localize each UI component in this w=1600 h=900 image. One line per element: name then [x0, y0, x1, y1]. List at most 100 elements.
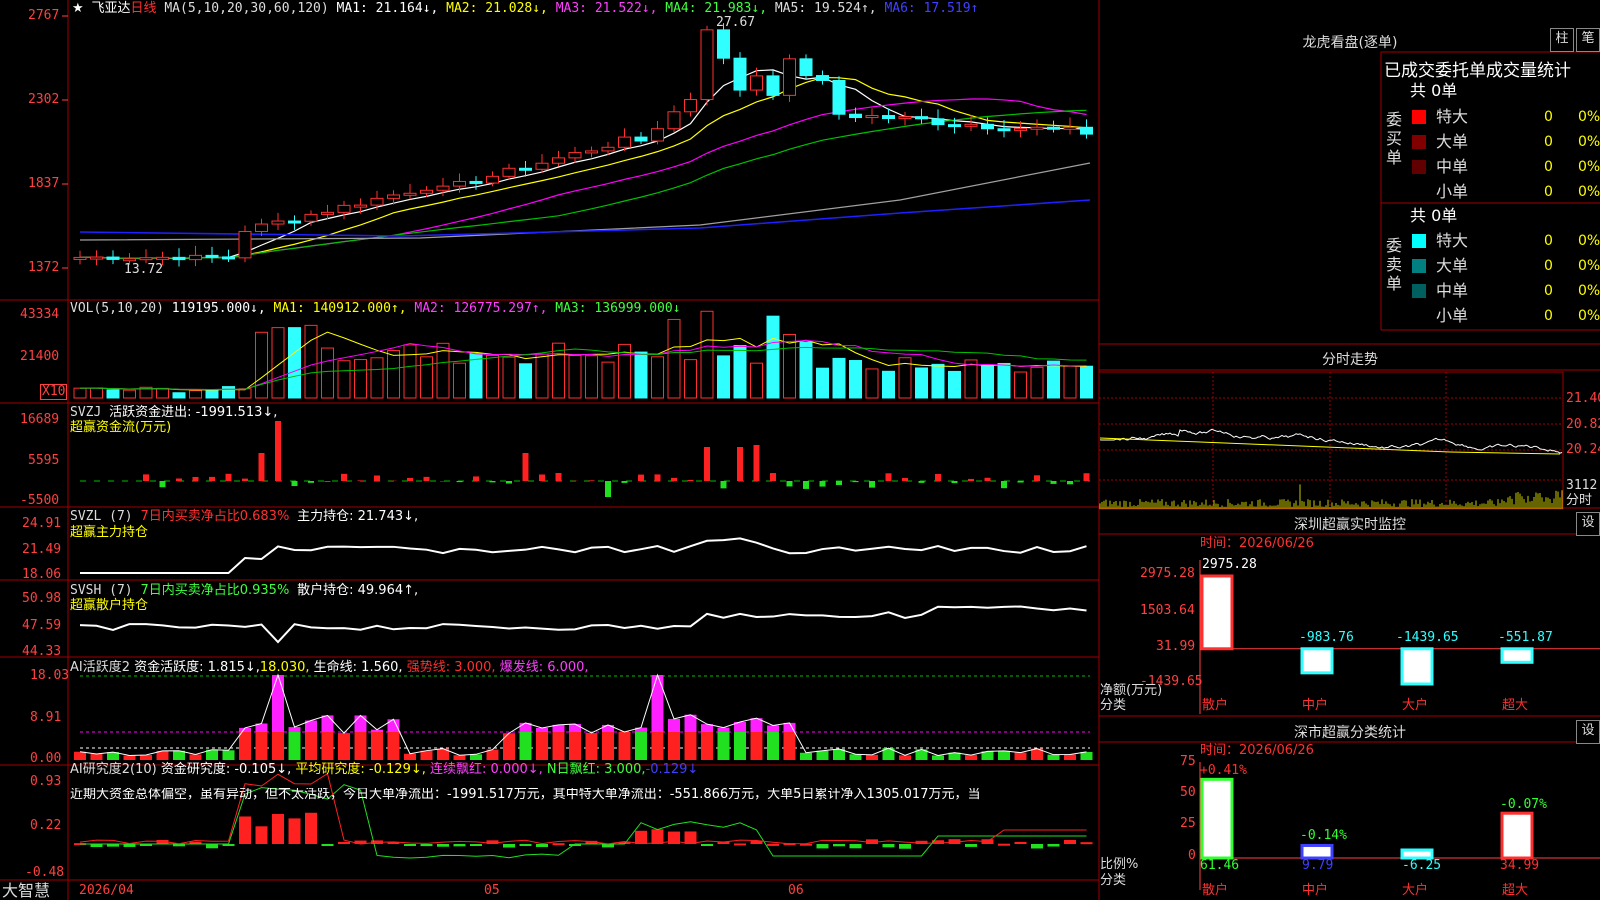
kline-y-label: 2302	[28, 92, 60, 107]
svzj-bar	[242, 478, 248, 481]
ai2-bar	[338, 841, 350, 844]
ai1-bar	[618, 732, 631, 760]
svzj-bar	[902, 477, 908, 481]
svzj-bar	[737, 447, 743, 481]
ai1-bar	[519, 732, 532, 760]
ai1-bar	[651, 732, 664, 760]
volume-bar	[123, 389, 136, 399]
sz-monitor-settings-button[interactable]: 设	[1576, 512, 1600, 536]
sz-monitor-category: 散户	[1202, 698, 1229, 713]
sz-class-value: -6.25	[1402, 858, 1442, 873]
vol-y-label: 43334	[20, 307, 60, 322]
sell-label: 大单	[1436, 256, 1469, 275]
ai1-bar	[585, 732, 598, 760]
buy-row: 特大 0 0%	[1410, 106, 1600, 128]
sz-class-top-label: -0.07%	[1500, 797, 1547, 812]
sell-count: 0	[1544, 258, 1553, 274]
svzj-bar	[984, 477, 991, 481]
svzj-bar	[291, 481, 298, 487]
candle-body	[651, 128, 664, 142]
volume-bar	[634, 351, 648, 399]
svzj-bar	[654, 474, 661, 481]
volume-bar	[849, 360, 862, 399]
sz-monitor-category: 大户	[1402, 698, 1429, 713]
volume-bar	[156, 387, 169, 399]
svzj-bar	[588, 480, 595, 481]
volume-bar	[783, 333, 796, 399]
svzj-header: SVZJ 活跃资金进出: -1991.513↓,	[70, 405, 278, 420]
volume-bar	[816, 367, 829, 399]
ma4-value: MA4: 21.983↓,	[665, 1, 768, 16]
candle-body	[519, 167, 532, 171]
buy-count: 0	[1544, 109, 1553, 125]
sz-monitor-value-label: -1439.65	[1396, 630, 1459, 645]
candle-body	[865, 115, 879, 119]
sz-class-y-label: 0	[1188, 848, 1196, 863]
ai2-bar	[882, 844, 895, 848]
sell-side-label: 委卖单	[1386, 236, 1403, 293]
candle-body	[766, 75, 780, 96]
ai2-bar	[470, 844, 482, 846]
sz-class-y-label: 75	[1180, 754, 1196, 769]
ai1-y-label: 18.03	[30, 668, 70, 683]
sz-class-top-label: +0.41%	[1200, 763, 1247, 778]
candle-body	[717, 29, 730, 59]
ai2-bar	[767, 843, 779, 846]
kline-y-label: 1837	[28, 176, 60, 191]
candle-body	[288, 220, 301, 224]
ai1-bar	[1064, 754, 1076, 760]
ai1-bar	[849, 754, 862, 760]
sell-row: 小单 0 0%	[1410, 305, 1600, 327]
ai2-bar	[833, 844, 845, 847]
kline-y-label: 1372	[28, 260, 60, 275]
ai1-bar-peak	[272, 675, 284, 732]
ai1-bar	[684, 732, 697, 760]
candle-body	[238, 230, 252, 259]
ai1-bar	[767, 732, 779, 760]
sz-monitor-value-label: -551.87	[1498, 630, 1553, 645]
volume-bar	[915, 367, 928, 399]
sell-row: 大单 0 0%	[1410, 255, 1600, 277]
svzj-bar	[621, 481, 628, 483]
sz-class-settings-button[interactable]: 设	[1576, 720, 1600, 744]
sell-label: 中单	[1436, 281, 1469, 300]
stock-name[interactable]: 飞亚达	[91, 1, 130, 16]
ai2-bar	[272, 814, 284, 844]
volume-bar	[304, 324, 318, 399]
volume-bar	[750, 362, 763, 399]
ai1-bar-peak	[321, 715, 334, 732]
volume-bar	[684, 359, 697, 399]
sz-class-y-label: 25	[1180, 816, 1196, 831]
svzj-bar	[836, 481, 842, 486]
ai1-bar	[899, 755, 911, 760]
candle-body	[816, 75, 829, 81]
ai1-bar	[866, 754, 878, 760]
ma6-value: MA6: 17.519↑	[884, 1, 979, 16]
candle-body	[436, 185, 450, 191]
volume-bar	[948, 370, 961, 399]
sz-class-value: 34.99	[1500, 858, 1540, 873]
candle-body	[321, 211, 334, 215]
svzj-bar	[407, 477, 413, 481]
volume-bar	[568, 354, 582, 399]
sell-swatch	[1412, 309, 1426, 323]
candle-body	[700, 29, 714, 101]
favorite-star-icon[interactable]: ★	[72, 1, 84, 16]
bar-mode-button[interactable]: 柱	[1550, 28, 1574, 52]
sz-class-x-title: 分类	[1100, 873, 1127, 888]
candle-body	[1080, 126, 1093, 135]
ai2-bar	[849, 844, 862, 849]
sell-label: 小单	[1436, 306, 1469, 325]
tick-mode-button[interactable]: 笔	[1576, 28, 1600, 52]
candle-body	[948, 124, 961, 128]
buy-row: 小单 0 0%	[1410, 181, 1600, 203]
volume-bar	[222, 386, 235, 399]
ai2-bar	[651, 829, 664, 844]
svzj-bar	[605, 481, 611, 497]
volume-bar	[865, 368, 879, 399]
period-label[interactable]: 日线	[131, 1, 157, 16]
lhb-header: 已成交委托单成交量统计	[1384, 61, 1571, 81]
svzj-bar	[176, 478, 182, 481]
candle-body	[1014, 127, 1027, 131]
volume-bar	[288, 327, 301, 399]
